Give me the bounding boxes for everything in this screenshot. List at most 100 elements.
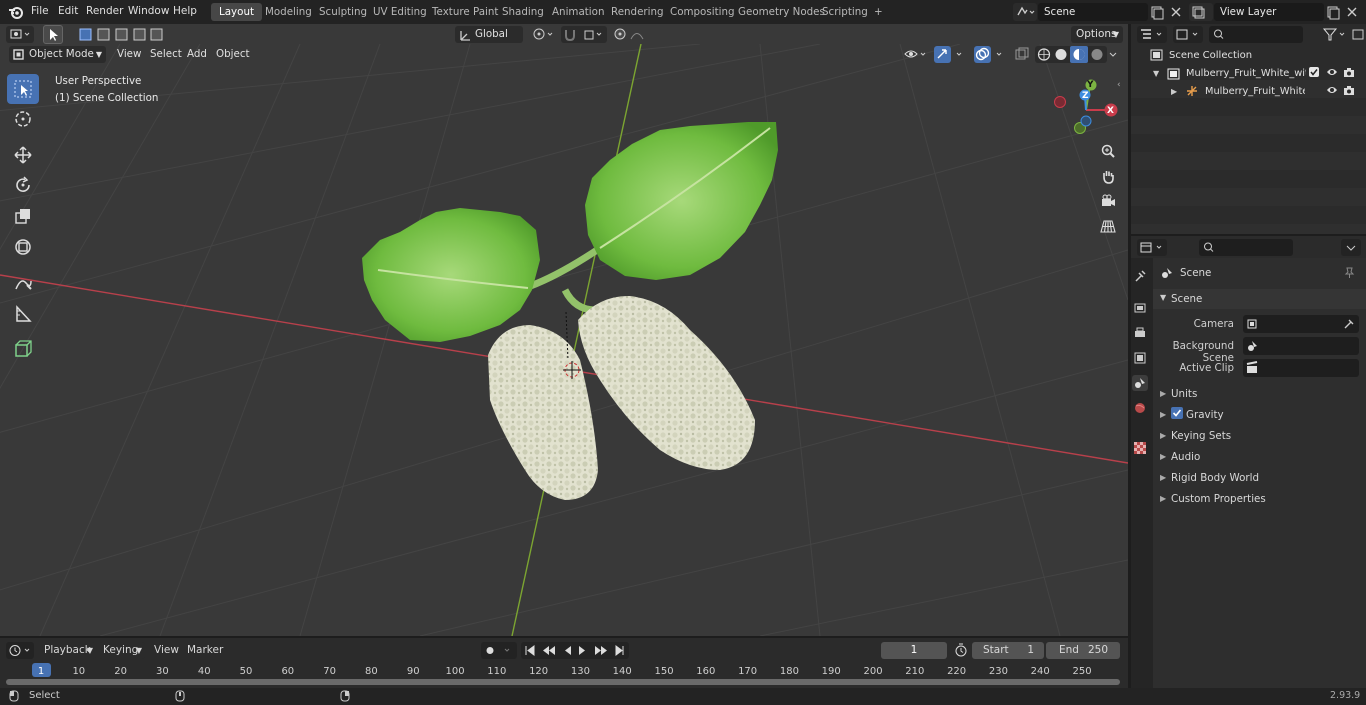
transform-orientation-dropdown[interactable]: Global (455, 26, 523, 43)
properties-options-icon[interactable] (1341, 239, 1361, 256)
render-tab-icon[interactable] (1132, 300, 1148, 316)
proportional-editing-icon[interactable] (611, 26, 657, 43)
keying-sets-chevron-icon[interactable]: ▶ (1160, 431, 1166, 440)
viewport-menu-select[interactable]: Select (150, 46, 182, 63)
rigid-body-chevron-icon[interactable]: ▶ (1160, 473, 1166, 482)
camera-view-icon[interactable] (1097, 190, 1119, 212)
add-workspace-button[interactable]: + (866, 3, 891, 21)
start-frame-field[interactable]: Start 1 (972, 642, 1044, 659)
audio-chevron-icon[interactable]: ▶ (1160, 452, 1166, 461)
tool-scale[interactable] (7, 201, 39, 231)
gravity-chevron-icon[interactable]: ▶ (1160, 410, 1166, 419)
world-tab-icon[interactable] (1132, 400, 1148, 416)
scene-name-field[interactable]: Scene (1038, 3, 1148, 21)
outliner-search-input[interactable] (1209, 26, 1303, 43)
delete-view-layer-icon[interactable] (1344, 3, 1360, 21)
camera-field[interactable] (1243, 315, 1359, 333)
new-view-layer-icon[interactable] (1325, 3, 1341, 21)
tool-annotate[interactable] (7, 268, 39, 298)
exclude-checkbox[interactable] (1309, 67, 1319, 77)
use-preview-range-icon[interactable] (953, 642, 969, 662)
select-tool-icon[interactable] (43, 25, 63, 44)
outliner-collection-label[interactable]: Mulberry_Fruit_White_with_Le (1186, 68, 1306, 79)
blender-logo-icon[interactable] (8, 4, 24, 23)
background-scene-field[interactable] (1243, 337, 1359, 355)
editor-type-button[interactable] (6, 26, 34, 43)
visibility-selectability-icon[interactable] (903, 46, 929, 63)
menu-render[interactable]: Render (86, 5, 123, 17)
section-units[interactable]: Units (1171, 388, 1197, 400)
playback-dropdown[interactable]: Playback ▼ (40, 642, 96, 659)
menu-file[interactable]: File (31, 5, 49, 17)
menu-window[interactable]: Window (128, 5, 169, 17)
snap-toggle-icon[interactable] (561, 26, 607, 43)
viewport-menu-view[interactable]: View (117, 46, 141, 63)
tool-measure[interactable] (7, 299, 39, 329)
visibility-eye-icon[interactable] (1326, 66, 1338, 81)
viewport-menu-object[interactable]: Object (216, 46, 250, 63)
custom-props-chevron-icon[interactable]: ▶ (1160, 494, 1166, 503)
menu-help[interactable]: Help (173, 5, 197, 17)
view-layer-browse-button[interactable] (1189, 3, 1213, 21)
shading-options-icon[interactable] (1107, 46, 1121, 63)
selection-mode-icons[interactable] (77, 26, 163, 43)
tool-tab-icon[interactable] (1132, 268, 1148, 284)
scene-panel-chevron-icon[interactable]: ▼ (1160, 293, 1166, 302)
tool-move[interactable] (7, 140, 39, 170)
xray-toggle-icon[interactable] (1013, 46, 1031, 63)
expand-chevron-icon[interactable]: ▼ (1153, 69, 1159, 78)
auto-keying-toggle[interactable] (481, 642, 517, 659)
outliner-object-label[interactable]: Mulberry_Fruit_White_wit (1205, 86, 1305, 97)
scene-tab-icon[interactable] (1132, 375, 1148, 391)
section-keying-sets[interactable]: Keying Sets (1171, 430, 1231, 442)
outliner-editor-type-button[interactable] (1137, 26, 1167, 43)
tool-rotate[interactable] (7, 170, 39, 200)
gizmo-toggle-icon[interactable] (933, 46, 967, 63)
tool-add-cube[interactable] (7, 334, 39, 364)
pin-icon[interactable] (1343, 266, 1355, 281)
menu-edit[interactable]: Edit (58, 5, 78, 17)
view-layer-tab-icon[interactable] (1132, 350, 1148, 366)
tool-select-box[interactable] (7, 74, 39, 104)
delete-scene-icon[interactable] (1168, 3, 1184, 21)
current-frame-field[interactable]: 1 (881, 642, 947, 659)
tool-transform[interactable] (7, 232, 39, 262)
new-scene-icon[interactable] (1149, 3, 1165, 21)
playback-controls[interactable] (521, 642, 629, 659)
object-mode-dropdown[interactable]: Object Mode ▼ (9, 46, 106, 63)
expand-child-chevron-icon[interactable]: ▶ (1171, 87, 1177, 96)
timeline-scrollbar[interactable] (6, 679, 1120, 685)
perspective-toggle-icon[interactable] (1097, 215, 1119, 237)
section-audio[interactable]: Audio (1171, 451, 1200, 463)
options-dropdown[interactable]: Options ▼ (1071, 26, 1123, 43)
tool-cursor[interactable] (7, 104, 39, 134)
output-tab-icon[interactable] (1132, 325, 1148, 341)
keying-dropdown[interactable]: Keying ▼ (99, 642, 145, 659)
active-clip-field[interactable] (1243, 359, 1359, 377)
properties-editor-type-button[interactable] (1137, 239, 1167, 256)
pivot-point-icon[interactable] (530, 26, 558, 43)
section-gravity[interactable]: Gravity (1186, 409, 1224, 421)
overlays-toggle-icon[interactable] (973, 46, 1007, 63)
sidebar-toggle-icon[interactable]: ‹ (1117, 80, 1121, 90)
gravity-checkbox[interactable] (1171, 407, 1183, 419)
end-frame-field[interactable]: End 250 (1046, 642, 1120, 659)
units-chevron-icon[interactable]: ▶ (1160, 389, 1166, 398)
display-mode-button[interactable] (1173, 26, 1203, 43)
filter-icon[interactable] (1321, 26, 1349, 43)
viewport-menu-add[interactable]: Add (187, 46, 207, 63)
pan-hand-icon[interactable] (1097, 165, 1119, 187)
timeline-menu-marker[interactable]: Marker (187, 644, 223, 656)
3d-viewport[interactable]: User Perspective (1) Scene Collection X … (0, 44, 1128, 636)
new-collection-icon[interactable] (1351, 26, 1365, 43)
section-rigid-body-world[interactable]: Rigid Body World (1171, 472, 1259, 484)
outliner-root-label[interactable]: Scene Collection (1169, 50, 1252, 61)
render-camera-icon[interactable] (1343, 66, 1355, 81)
timeline-menu-view[interactable]: View (154, 644, 179, 656)
view-layer-name-field[interactable]: View Layer (1214, 3, 1324, 21)
tab-layout[interactable]: Layout (211, 3, 263, 21)
object-render-camera-icon[interactable] (1343, 84, 1355, 99)
texture-tab-icon[interactable] (1132, 440, 1148, 456)
timeline-editor-type-button[interactable] (6, 642, 34, 659)
zoom-icon[interactable] (1097, 140, 1119, 162)
